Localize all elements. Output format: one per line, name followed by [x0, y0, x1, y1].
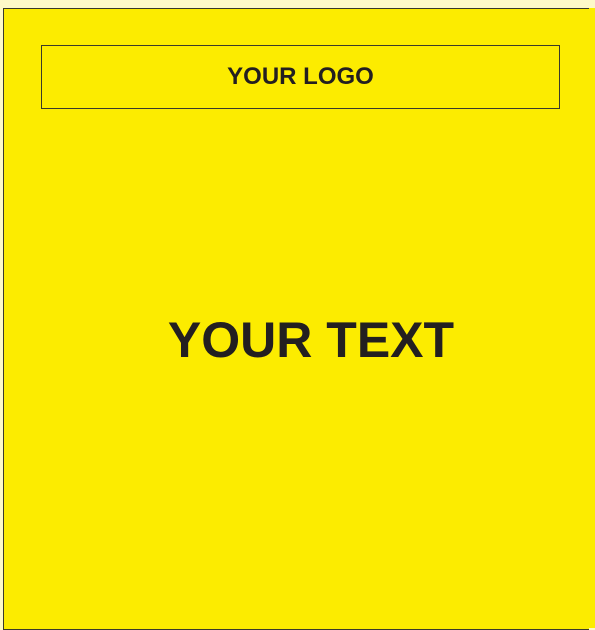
panel-edge [589, 8, 595, 628]
main-text: YOUR TEXT [167, 312, 455, 368]
sign-panel: YOUR LOGO YOUR TEXT [3, 8, 589, 630]
logo-placeholder: YOUR LOGO [41, 45, 560, 109]
logo-text: YOUR LOGO [227, 63, 374, 90]
